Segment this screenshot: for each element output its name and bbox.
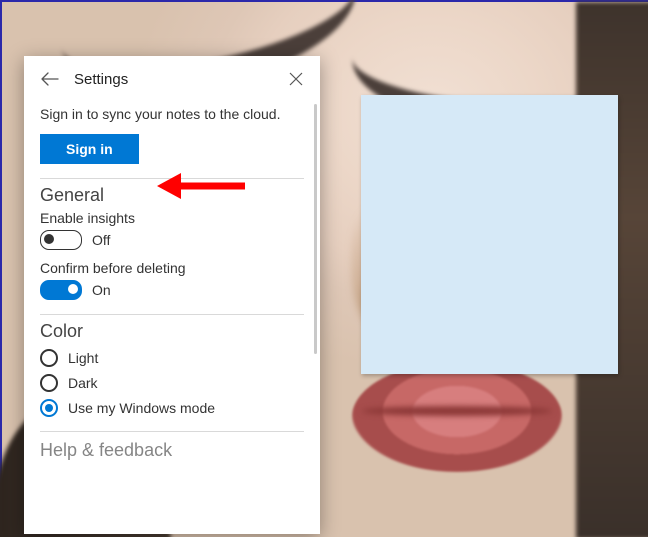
divider bbox=[40, 178, 304, 179]
insights-toggle[interactable] bbox=[40, 230, 82, 250]
sticky-note[interactable] bbox=[361, 95, 618, 374]
sync-message: Sign in to sync your notes to the cloud. bbox=[40, 106, 304, 122]
insights-label: Enable insights bbox=[40, 210, 304, 226]
close-button[interactable] bbox=[288, 71, 304, 87]
confirm-delete-toggle[interactable] bbox=[40, 280, 82, 300]
help-feedback-heading: Help & feedback bbox=[40, 440, 304, 461]
sign-in-button[interactable]: Sign in bbox=[40, 134, 139, 164]
general-heading: General bbox=[40, 185, 304, 206]
insights-state: Off bbox=[92, 232, 110, 248]
scrollbar[interactable] bbox=[314, 104, 317, 354]
color-option-dark[interactable]: Dark bbox=[40, 374, 304, 392]
color-option-label: Use my Windows mode bbox=[68, 400, 215, 416]
settings-title: Settings bbox=[74, 71, 274, 88]
color-option-label: Light bbox=[68, 350, 98, 366]
divider bbox=[40, 431, 304, 432]
color-option-label: Dark bbox=[68, 375, 98, 391]
settings-panel: Settings Sign in to sync your notes to t… bbox=[24, 56, 320, 534]
radio-icon bbox=[40, 349, 58, 367]
divider bbox=[40, 314, 304, 315]
radio-icon bbox=[40, 399, 58, 417]
radio-icon bbox=[40, 374, 58, 392]
confirm-delete-state: On bbox=[92, 282, 111, 298]
color-heading: Color bbox=[40, 321, 304, 342]
confirm-delete-label: Confirm before deleting bbox=[40, 260, 304, 276]
color-option-windows-mode[interactable]: Use my Windows mode bbox=[40, 399, 304, 417]
back-button[interactable] bbox=[40, 69, 60, 89]
color-option-light[interactable]: Light bbox=[40, 349, 304, 367]
